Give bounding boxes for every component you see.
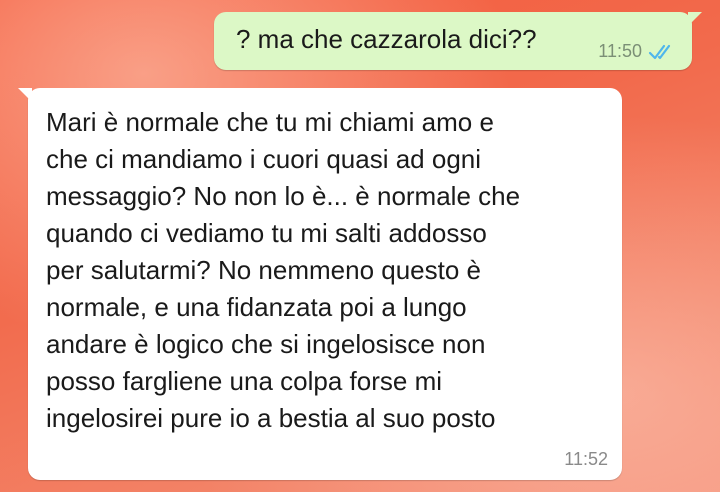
chat-view: ? ma che cazzarola dici?? 11:50 Mari è n… bbox=[0, 0, 720, 492]
incoming-message-time: 11:52 bbox=[564, 449, 608, 469]
outgoing-message-text: ? ma che cazzarola dici?? bbox=[236, 24, 537, 54]
double-check-read-icon bbox=[648, 43, 678, 61]
outgoing-message-bubble[interactable]: ? ma che cazzarola dici?? 11:50 bbox=[214, 12, 702, 70]
incoming-message-text: Mari è normale che tu mi chiami amo e ch… bbox=[46, 107, 521, 433]
outgoing-message-meta: 11:50 bbox=[598, 41, 678, 62]
outgoing-message-time: 11:50 bbox=[598, 41, 642, 61]
incoming-message-bubble[interactable]: Mari è normale che tu mi chiami amo e ch… bbox=[18, 88, 622, 480]
